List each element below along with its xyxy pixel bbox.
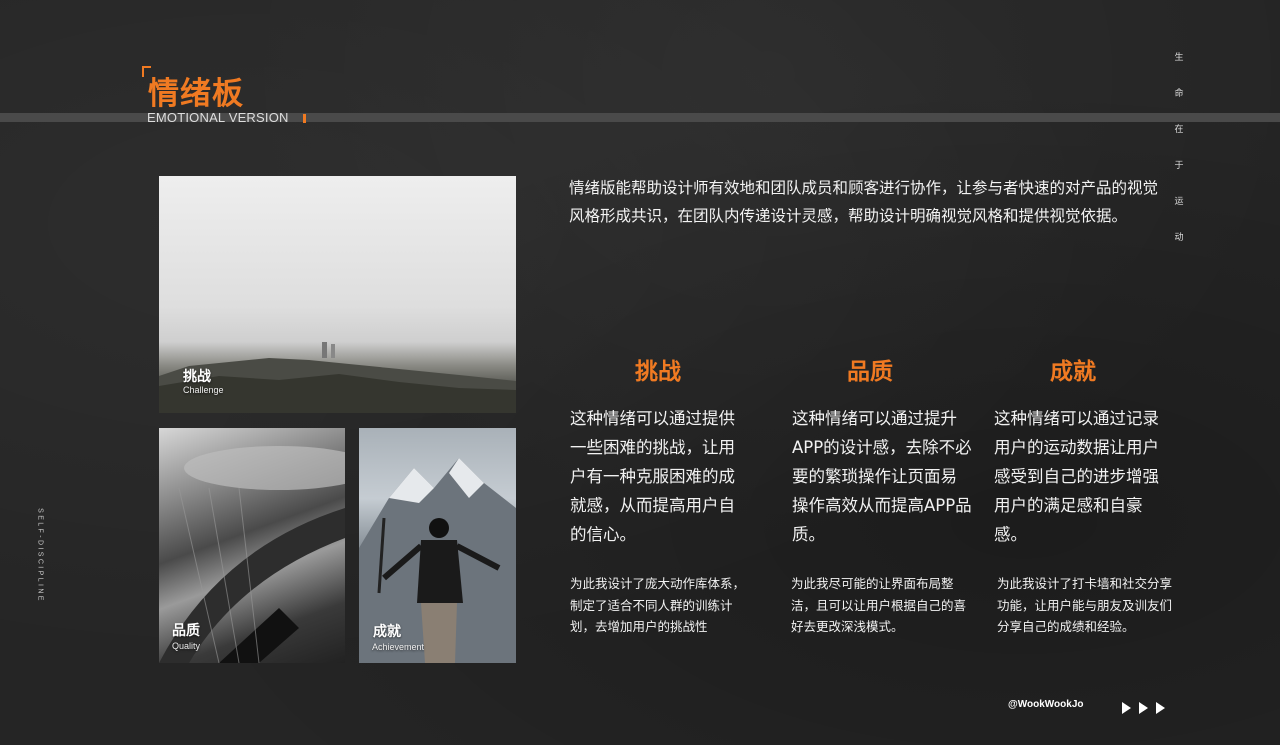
slogan-char: 于 [1174, 161, 1184, 171]
photo-caption-en: Challenge [183, 385, 224, 395]
column-title-achievement: 成就 [1050, 359, 1096, 385]
photo-caption-en: Quality [172, 641, 201, 651]
play-arrow-icon [1156, 702, 1165, 714]
intro-paragraph: 情绪版能帮助设计师有效地和团队成员和顾客进行协作，让参与者快速的对产品的视觉风格… [569, 179, 1159, 225]
slogan-char: 生 [1174, 53, 1184, 63]
column-title-quality: 品质 [847, 359, 893, 385]
slogan-char: 动 [1174, 233, 1184, 243]
play-arrow-icon [1122, 702, 1131, 714]
slogan-char: 命 [1174, 89, 1184, 99]
arrow-group [1122, 699, 1173, 718]
photo-caption-en: Achievement [372, 642, 425, 652]
play-arrow-icon [1139, 702, 1148, 714]
column-body-challenge: 这种情绪可以通过提供一些困难的挑战，让用户有一种克服困难的成就感，从而提高用户自… [570, 409, 735, 544]
author-handle: @WookWookJo [1008, 699, 1084, 710]
photo-challenge [159, 176, 516, 413]
photo-caption-cn: 成就 [373, 624, 401, 640]
column-note-challenge: 为此我设计了庞大动作库体系，制定了适合不同人群的训练计划，去增加用户的挑战性 [570, 576, 746, 634]
column-note-quality: 为此我尽可能的让界面布局整洁，且可以让用户根据自己的喜好去更改深浅模式。 [791, 576, 967, 634]
photo-caption-cn: 挑战 [183, 369, 211, 385]
side-label: SELF-DISCIPLINE [36, 508, 44, 603]
page-subtitle: EMOTIONAL VERSION [147, 110, 289, 125]
column-body-achievement: 这种情绪可以通过记录用户的运动数据让用户感受到自己的进步增强用户的满足感和自豪感… [994, 409, 1159, 544]
vertical-slogan: 生 命 在 于 运 动 [1172, 50, 1186, 266]
column-title-challenge: 挑战 [635, 359, 681, 385]
photo-caption-cn: 品质 [172, 623, 200, 639]
slogan-char: 在 [1174, 125, 1184, 135]
mountain-fog-illustration [159, 342, 516, 413]
column-body-quality: 这种情绪可以通过提升APP的设计感，去除不必要的繁琐操作让页面易操作高效从而提高… [792, 409, 972, 544]
column-note-achievement: 为此我设计了打卡墙和社交分享功能，让用户能与朋友及训友们分享自己的成绩和经验。 [997, 576, 1173, 634]
slogan-char: 运 [1174, 197, 1184, 207]
subtitle-accent-mark [303, 114, 306, 123]
page-title: 情绪板 [148, 76, 244, 112]
